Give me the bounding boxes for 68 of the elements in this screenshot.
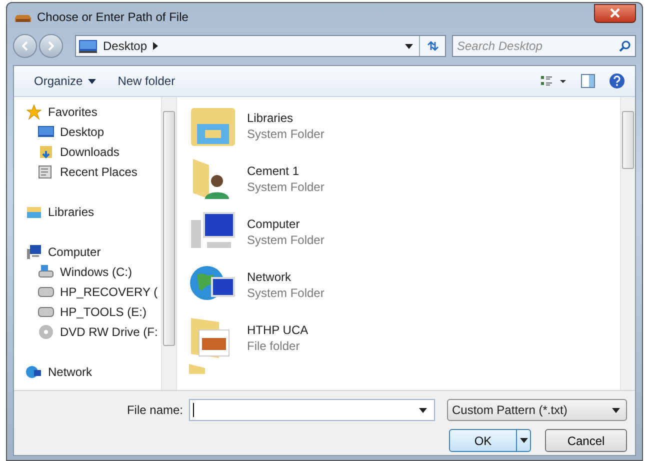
ok-dropdown-button[interactable] — [516, 430, 530, 451]
new-folder-button[interactable]: New folder — [114, 71, 180, 91]
item-type: System Folder — [247, 126, 324, 140]
text-cursor — [193, 403, 194, 417]
dropdown-arrow-icon[interactable] — [419, 408, 427, 413]
search-field[interactable]: Search Desktop — [452, 35, 636, 57]
navigation-item[interactable]: HP_TOOLS (E:) — [14, 302, 161, 322]
folder-icon — [189, 364, 205, 374]
drive-icon — [38, 304, 54, 320]
item-name: Libraries — [247, 110, 294, 124]
recent-places-icon — [38, 164, 54, 180]
address-bar[interactable]: Desktop — [75, 35, 446, 57]
item-name: Cement 1 — [247, 164, 300, 178]
disc-icon — [38, 324, 54, 340]
file-name-label: File name: — [126, 403, 183, 417]
item-type: System Folder — [247, 180, 324, 194]
chevron-icon — [153, 42, 160, 50]
drive-icon — [38, 284, 54, 300]
window-title: Choose or Enter Path of File — [37, 10, 188, 24]
navigation-item[interactable]: Windows (C:) — [14, 262, 161, 282]
item-name: Network — [247, 270, 292, 284]
computer-icon — [26, 244, 42, 260]
star-icon — [26, 104, 42, 120]
file-item[interactable]: Libraries System Folder — [189, 99, 389, 152]
organize-menu[interactable]: Organize — [30, 71, 100, 91]
network-icon — [26, 364, 42, 380]
scrollbar[interactable] — [161, 97, 176, 390]
preview-pane-icon[interactable] — [581, 74, 595, 88]
dropdown-arrow-icon — [612, 408, 620, 412]
item-type: System Folder — [247, 286, 324, 300]
caret-icon — [88, 78, 96, 84]
navigation-item[interactable]: DVD RW Drive (F: — [14, 322, 161, 342]
back-button[interactable] — [13, 34, 37, 58]
search-icon — [619, 40, 631, 52]
file-item[interactable]: Computer System Folder — [189, 205, 389, 258]
item-name: Computer — [247, 216, 301, 230]
navigation-item[interactable]: Network — [14, 362, 161, 382]
navigation-item[interactable]: Favorites — [14, 102, 161, 122]
navigation-item[interactable]: Libraries — [14, 202, 161, 222]
navigation-item[interactable]: Desktop — [14, 122, 161, 142]
navigation-item[interactable]: HP_RECOVERY ( — [14, 282, 161, 302]
cancel-button[interactable]: Cancel — [545, 429, 627, 452]
navigation-item[interactable]: Computer — [14, 242, 161, 262]
dropdown-arrow-icon — [520, 438, 528, 443]
item-type: File folder — [247, 338, 301, 352]
desktop-icon — [38, 124, 54, 140]
help-icon[interactable] — [609, 73, 625, 89]
desktop-icon — [79, 40, 97, 52]
navigation-item[interactable]: Downloads — [14, 142, 161, 162]
library-icon — [26, 204, 42, 220]
file-type-dropdown[interactable]: Custom Pattern (*.txt) — [447, 399, 627, 421]
forward-button[interactable] — [39, 34, 63, 58]
refresh-icon — [426, 40, 440, 52]
view-options-icon[interactable] — [541, 75, 567, 87]
navigation-item[interactable]: Recent Places — [14, 162, 161, 182]
item-name: HTHP UCA — [247, 322, 308, 336]
address-path[interactable]: Desktop — [103, 39, 148, 53]
file-item[interactable]: HTHP UCA File folder — [189, 311, 389, 364]
item-type: System Folder — [247, 232, 324, 246]
close-button[interactable] — [594, 4, 636, 22]
close-icon — [610, 8, 620, 18]
file-item[interactable]: Network System Folder — [189, 258, 389, 311]
dropdown-arrow-icon[interactable] — [405, 44, 413, 48]
file-item[interactable]: Cement 1 System Folder — [189, 152, 389, 205]
file-name-field[interactable] — [189, 399, 435, 421]
scrollbar[interactable] — [620, 97, 635, 390]
folder-icon — [38, 144, 54, 160]
drive-icon — [38, 264, 54, 280]
